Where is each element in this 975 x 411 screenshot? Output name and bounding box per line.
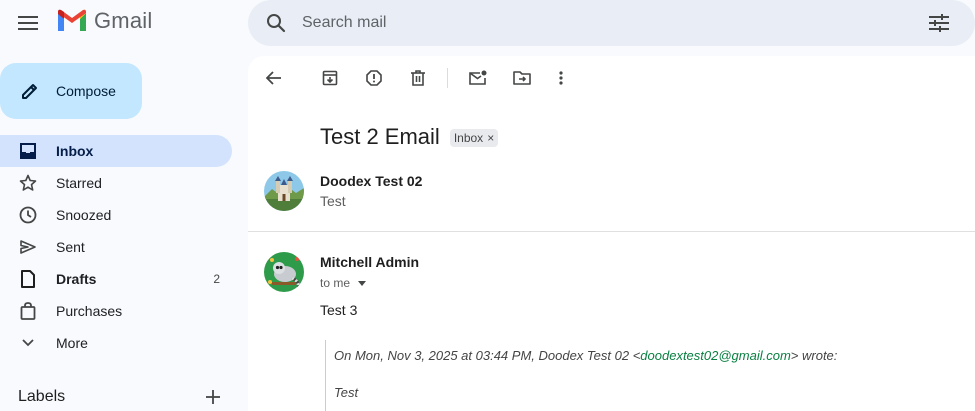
- purchases-icon: [18, 301, 38, 321]
- message-snippet: Test: [320, 193, 346, 209]
- castle-avatar-icon: [264, 171, 304, 211]
- email-subject: Test 2 Email: [320, 124, 440, 149]
- search-icon[interactable]: [264, 11, 288, 35]
- sidebar-item-drafts[interactable]: Drafts 2: [0, 263, 232, 295]
- compose-label: Compose: [56, 83, 116, 99]
- search-options-icon[interactable]: [927, 11, 951, 35]
- remove-label-icon[interactable]: ×: [487, 131, 494, 145]
- quote-email-link[interactable]: doodextest02@gmail.com: [640, 348, 791, 363]
- message-panel: Test 2 Email Inbox × Doodex Test 02 Test: [248, 56, 975, 411]
- move-to-icon[interactable]: [512, 68, 532, 88]
- avatar: [264, 171, 304, 211]
- sidebar-item-label: Purchases: [56, 303, 123, 319]
- sidebar-item-more[interactable]: More: [0, 327, 232, 359]
- message-toolbar: [248, 56, 975, 104]
- recipient-text: to me: [320, 276, 351, 290]
- chevron-down-icon: [18, 333, 38, 353]
- lemur-avatar-icon: [264, 252, 304, 292]
- sidebar-item-snoozed[interactable]: Snoozed: [0, 199, 232, 231]
- compose-button[interactable]: Compose: [0, 63, 142, 119]
- quote-suffix: > wrote:: [790, 348, 838, 363]
- report-spam-icon[interactable]: [364, 68, 384, 88]
- hamburger-icon: [18, 16, 38, 30]
- message-body: Test 3: [320, 302, 358, 318]
- recipient-details-toggle[interactable]: to me: [320, 276, 367, 290]
- pencil-icon: [18, 79, 42, 103]
- labels-header: Labels: [18, 386, 224, 408]
- sidebar-item-label: Starred: [56, 175, 102, 191]
- quoted-reply: On Mon, Nov 3, 2025 at 03:44 PM, Doodex …: [325, 340, 925, 411]
- back-arrow-icon[interactable]: [264, 68, 284, 88]
- avatar: [264, 252, 304, 292]
- message-divider: [248, 231, 975, 232]
- add-label-icon[interactable]: [202, 386, 224, 408]
- sender-name: Doodex Test 02: [320, 173, 423, 189]
- quote-body: Test: [334, 385, 359, 400]
- gmail-m-icon: [58, 9, 86, 31]
- caret-down-icon: [358, 280, 367, 286]
- star-icon: [18, 173, 38, 193]
- quote-prefix: On Mon, Nov 3, 2025 at 03:44 PM, Doodex …: [334, 348, 641, 363]
- sidebar-item-starred[interactable]: Starred: [0, 167, 232, 199]
- delete-icon[interactable]: [408, 68, 428, 88]
- sidebar-item-label: Snoozed: [56, 207, 112, 223]
- labels-title: Labels: [18, 388, 66, 405]
- drafts-count: 2: [213, 272, 220, 286]
- draft-icon: [18, 269, 38, 289]
- mark-unread-icon[interactable]: [468, 68, 488, 88]
- sidebar-item-sent[interactable]: Sent: [0, 231, 232, 263]
- sidebar-item-purchases[interactable]: Purchases: [0, 295, 232, 327]
- search-bar: [248, 0, 975, 46]
- sidebar-item-label: Inbox: [56, 143, 94, 159]
- inbox-icon: [18, 141, 38, 161]
- search-input[interactable]: [302, 14, 902, 32]
- sidebar-item-inbox[interactable]: Inbox: [0, 135, 232, 167]
- quote-attribution: On Mon, Nov 3, 2025 at 03:44 PM, Doodex …: [334, 348, 837, 363]
- main-menu-button[interactable]: [14, 9, 42, 37]
- sender-name: Mitchell Admin: [320, 254, 420, 270]
- subject-line: Test 2 Email Inbox ×: [320, 124, 499, 150]
- sidebar-nav: Inbox Starred Snoozed Sent Drafts 2 Purc…: [0, 135, 232, 359]
- app-name: Gmail: [94, 8, 153, 33]
- more-vert-icon[interactable]: [551, 68, 571, 88]
- sidebar-item-label: Drafts: [56, 271, 97, 287]
- send-icon: [18, 237, 38, 257]
- clock-icon: [18, 205, 38, 225]
- gmail-logo[interactable]: Gmail: [56, 8, 152, 34]
- inbox-label-chip[interactable]: Inbox ×: [449, 129, 499, 147]
- sidebar-item-label: Sent: [56, 239, 85, 255]
- sidebar-item-label: More: [56, 335, 88, 351]
- toolbar-divider: [447, 68, 448, 88]
- archive-icon[interactable]: [320, 68, 340, 88]
- chip-label: Inbox: [453, 131, 484, 145]
- message-collapsed[interactable]: Doodex Test 02 Test: [248, 168, 975, 232]
